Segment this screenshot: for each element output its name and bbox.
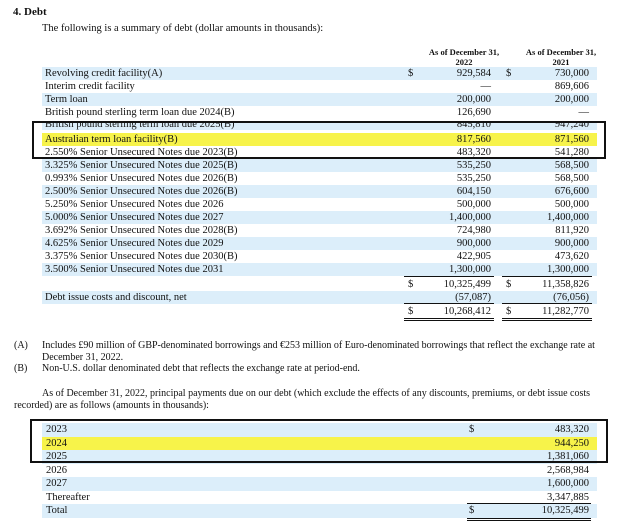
payment-row: 2026 2,568,984 — [46, 464, 589, 476]
table-row: 0.993% Senior Unsecured Notes due 2026(B… — [45, 173, 589, 184]
table-row-total: $ 10,268,412 $ 11,282,770 — [408, 306, 589, 317]
table-row: 5.000% Senior Unsecured Notes due 2027 1… — [42, 211, 597, 224]
table-row: 5.250% Senior Unsecured Notes due 2026 5… — [45, 199, 589, 210]
subtotal-rule — [404, 276, 494, 277]
table-row-subtotal: $ 10,325,499 $ 11,358,826 — [408, 279, 589, 290]
footnote-a: Includes £90 million of GBP-denominated … — [42, 340, 595, 363]
payments-total-rule — [467, 503, 591, 504]
intro-text: The following is a summary of debt (doll… — [42, 23, 324, 34]
payments-double-rule — [467, 518, 591, 519]
column-header-2022: As of December 31, 2022 — [428, 47, 500, 68]
column-header-2021: As of December 31, 2021 — [525, 47, 597, 68]
table-row: 3.692% Senior Unsecured Notes due 2028(B… — [45, 225, 589, 236]
payment-row-total: Total $10,325,499 — [42, 504, 597, 518]
double-rule — [502, 320, 592, 321]
table-row: Revolving credit facility(A) $ 929,584 $ 7… — [42, 67, 597, 80]
double-rule — [404, 318, 494, 319]
total-rule — [404, 303, 494, 304]
payments-intro: As of December 31, 2022, principal payme… — [14, 388, 591, 411]
footnote-b: Non-U.S. dollar denominated debt that re… — [42, 363, 360, 374]
table-row: 4.625% Senior Unsecured Notes due 2029 9… — [42, 237, 597, 250]
subtotal-rule — [502, 276, 592, 277]
section-title: 4. Debt — [13, 6, 47, 18]
table-row: 3.500% Senior Unsecured Notes due 2031 1… — [42, 263, 597, 276]
double-rule — [502, 318, 592, 319]
highlight-box-debt — [32, 121, 606, 159]
table-row: Interim credit facility — 869,606 — [45, 81, 589, 92]
table-row: British pound sterling term loan due 202… — [45, 107, 589, 118]
payment-row: 2027 1,600,000 — [42, 477, 597, 491]
table-row: Term loan 200,000 200,000 — [42, 93, 597, 106]
table-row: 3.325% Senior Unsecured Notes due 2025(B… — [42, 159, 597, 172]
highlight-box-payments — [30, 419, 608, 463]
total-rule — [502, 303, 592, 304]
double-rule — [404, 320, 494, 321]
payment-row: Thereafter 3,347,885 — [46, 491, 589, 503]
table-row: 3.375% Senior Unsecured Notes due 2030(B… — [45, 251, 589, 262]
payments-double-rule — [467, 520, 591, 521]
footnote-mark-a: (A) — [14, 340, 28, 351]
table-row: 2.500% Senior Unsecured Notes due 2026(B… — [42, 185, 597, 198]
footnote-mark-b: (B) — [14, 363, 28, 374]
